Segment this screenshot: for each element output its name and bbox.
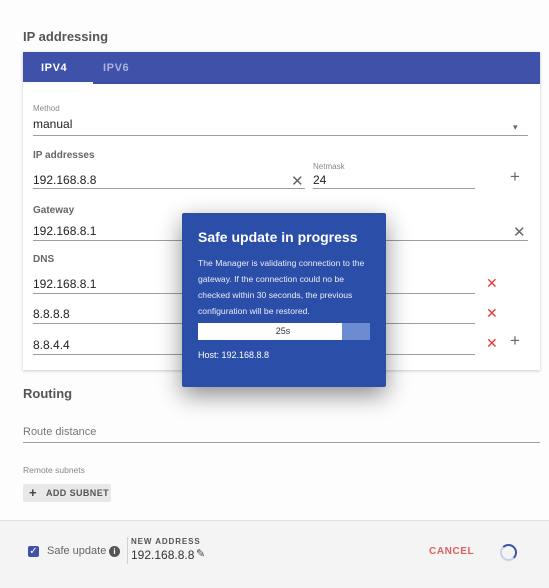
remove-dns-3-close-icon[interactable]: ✕ — [486, 336, 498, 350]
ip-address-underline — [33, 188, 305, 189]
route-distance-input[interactable]: Route distance — [23, 426, 96, 438]
ip-version-tabs: IPV4 IPV6 — [23, 52, 540, 84]
remove-dns-1-close-icon[interactable]: ✕ — [486, 276, 498, 290]
footer-divider — [127, 537, 128, 564]
gateway-label: Gateway — [33, 205, 75, 216]
route-distance-underline — [23, 442, 540, 443]
gateway-input[interactable]: 192.168.8.1 — [33, 224, 96, 238]
new-address-label: NEW ADDRESS — [131, 537, 201, 546]
safe-update-dialog: Safe update in progress The Manager is v… — [182, 213, 386, 387]
ip-addresses-label: IP addresses — [33, 150, 95, 161]
info-icon[interactable]: i — [109, 546, 120, 557]
dns-input-1[interactable]: 192.168.8.1 — [33, 277, 96, 291]
dns-label: DNS — [33, 254, 55, 265]
add-ip-plus-icon[interactable]: + — [510, 168, 520, 185]
dns-input-2[interactable]: 8.8.8.8 — [33, 307, 70, 321]
ip-addressing-title: IP addressing — [23, 29, 109, 44]
add-subnet-button[interactable]: + ADD SUBNET — [23, 484, 111, 502]
ip-address-input[interactable]: 192.168.8.8 — [33, 173, 96, 187]
pencil-icon[interactable]: ✎ — [196, 547, 205, 560]
netmask-underline — [313, 188, 475, 189]
netmask-label: Netmask — [313, 162, 345, 171]
add-subnet-label: ADD SUBNET — [46, 488, 110, 498]
remote-subnets-label: Remote subnets — [23, 465, 85, 475]
remove-dns-2-close-icon[interactable]: ✕ — [486, 306, 498, 320]
clear-ip-close-icon[interactable]: ✕ — [291, 174, 304, 189]
method-label: Method — [33, 104, 60, 113]
countdown-text: 25s — [275, 326, 291, 336]
safe-update-checkbox[interactable]: ✓ — [28, 546, 39, 557]
tab-ipv6[interactable]: IPV6 — [103, 52, 129, 84]
dialog-title: Safe update in progress — [198, 229, 358, 245]
cancel-button[interactable]: CANCEL — [429, 546, 474, 557]
routing-title: Routing — [23, 386, 73, 401]
countdown-progress: 25s — [198, 323, 370, 340]
dialog-host: Host: 192.168.8.8 — [198, 350, 270, 360]
plus-icon: + — [29, 485, 37, 500]
method-select[interactable]: manual — [33, 117, 72, 131]
method-underline — [33, 135, 528, 136]
chevron-down-icon: ▾ — [513, 122, 518, 132]
clear-gateway-close-icon[interactable]: ✕ — [513, 225, 526, 240]
netmask-input[interactable]: 24 — [313, 173, 326, 187]
dialog-message: The Manager is validating connection to … — [198, 258, 365, 316]
tab-ipv4[interactable]: IPV4 — [41, 52, 67, 84]
add-dns-plus-icon[interactable]: + — [510, 332, 520, 349]
dns-input-3[interactable]: 8.8.4.4 — [33, 338, 70, 352]
spinner-icon — [500, 544, 517, 561]
new-address-value: 192.168.8.8 — [131, 548, 195, 562]
safe-update-label: Safe update — [47, 545, 107, 557]
